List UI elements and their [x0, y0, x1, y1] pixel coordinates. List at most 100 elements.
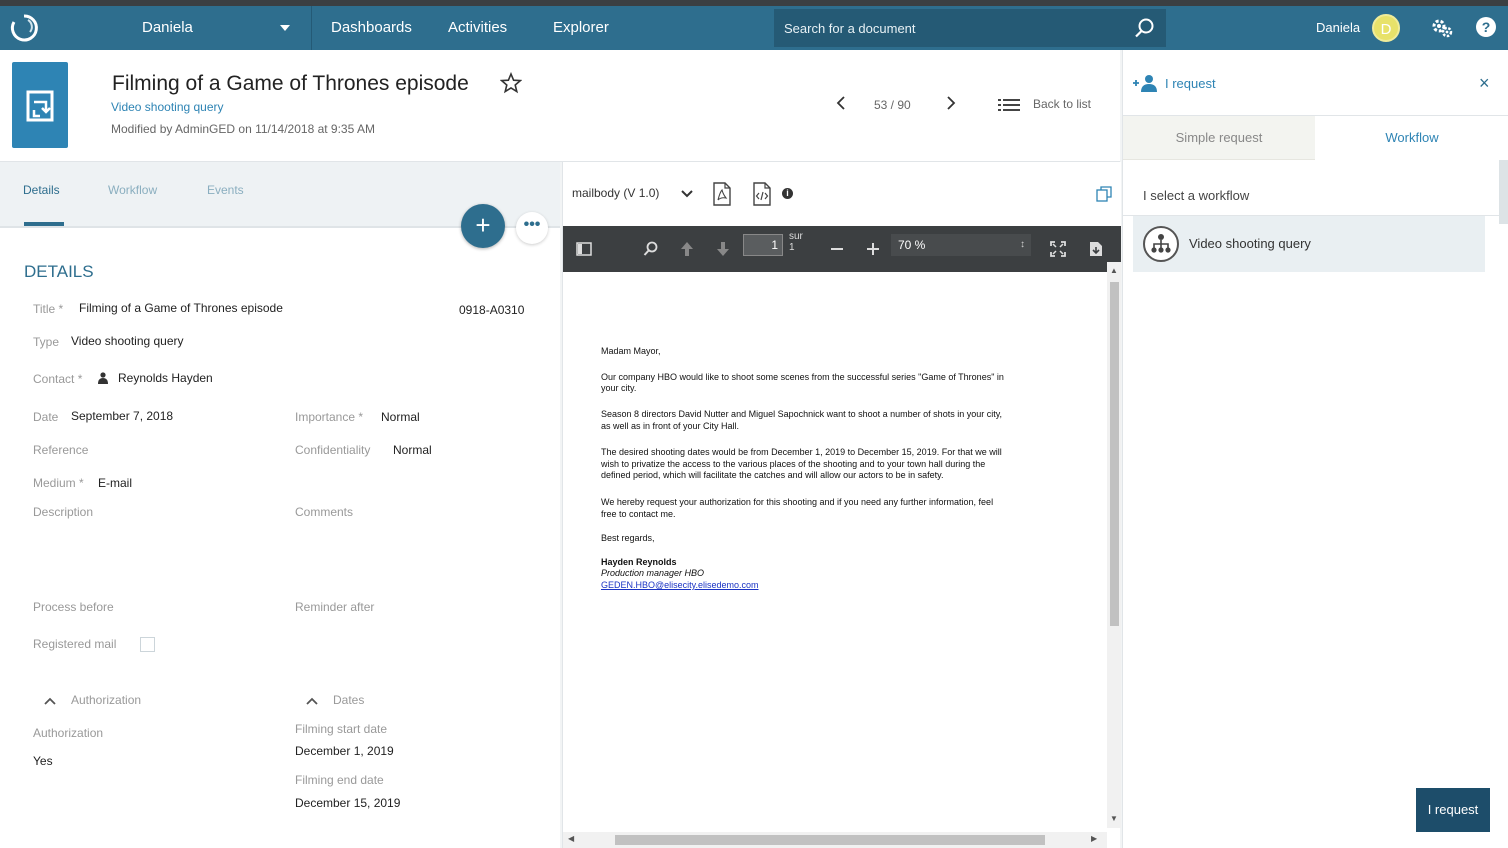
document-type-icon	[12, 62, 68, 148]
letter-closing: Best regards,	[601, 533, 655, 543]
filming-start-label: Filming start date	[295, 722, 388, 736]
download-icon[interactable]	[1088, 241, 1104, 257]
search-placeholder: Search for a document	[784, 21, 916, 36]
importance-value[interactable]: Normal	[381, 410, 420, 424]
sidebar-toggle-icon[interactable]	[576, 241, 592, 257]
tab-workflow-request[interactable]: Workflow	[1315, 116, 1508, 160]
letter-line: We hereby request your authorization for…	[601, 497, 994, 507]
type-value[interactable]: Video shooting query	[71, 334, 184, 348]
filming-end-value[interactable]: December 15, 2019	[295, 796, 400, 810]
chevron-down-icon	[280, 25, 290, 31]
title-value[interactable]: Filming of a Game of Thrones episode	[79, 301, 283, 315]
scroll-down-icon[interactable]: ▼	[1110, 814, 1118, 823]
fullscreen-icon[interactable]	[1050, 241, 1066, 257]
workflow-icon	[1143, 226, 1179, 262]
chevron-down-icon[interactable]	[681, 189, 693, 199]
modified-info: Modified by AdminGED on 11/14/2018 at 9:…	[111, 122, 375, 136]
nav-explorer[interactable]: Explorer	[553, 19, 609, 36]
scrollbar-thumb[interactable]	[615, 835, 1045, 845]
registered-mail-checkbox[interactable]	[140, 637, 155, 652]
zoom-in-icon[interactable]	[865, 241, 881, 257]
chevron-up-icon[interactable]	[44, 697, 56, 705]
tab-simple-request[interactable]: Simple request	[1123, 116, 1315, 160]
confidentiality-label: Confidentiality	[295, 443, 371, 457]
medium-value[interactable]: E-mail	[98, 476, 132, 490]
workflow-item-label: Video shooting query	[1189, 236, 1311, 251]
workspace-user-dropdown[interactable]: Daniela	[56, 6, 312, 50]
date-value[interactable]: September 7, 2018	[71, 409, 173, 423]
authorization-group-title[interactable]: Authorization	[71, 693, 141, 707]
tab-events[interactable]: Events	[207, 183, 244, 197]
nav-activities[interactable]: Activities	[448, 19, 507, 36]
letter-line: your city.	[601, 383, 637, 393]
reference-label: Reference	[33, 443, 89, 457]
more-options-button[interactable]: •••	[516, 212, 548, 244]
submit-request-button[interactable]: I request	[1416, 788, 1490, 832]
filming-start-value[interactable]: December 1, 2019	[295, 744, 394, 758]
letter-signer: Hayden Reynolds	[601, 557, 677, 567]
workflow-select-label: I select a workflow	[1143, 188, 1250, 203]
letter-email-link[interactable]: GEDEN.HBO@elisecity.elisedemo.com	[601, 580, 759, 592]
zoom-select[interactable]: 70 % ↕	[891, 234, 1031, 256]
chevron-left-icon[interactable]	[834, 96, 848, 110]
settings-gear-icon[interactable]	[1430, 16, 1454, 40]
authorization-value[interactable]: Yes	[33, 754, 53, 768]
document-type-link[interactable]: Video shooting query	[111, 100, 224, 114]
favorite-star-icon[interactable]	[500, 72, 522, 94]
next-page-icon[interactable]	[715, 241, 731, 257]
viewer-header: mailbody (V 1.0) i	[563, 162, 1121, 226]
file-version-select[interactable]: mailbody (V 1.0)	[572, 186, 659, 200]
search-icon[interactable]	[1134, 17, 1156, 39]
contact-value[interactable]: Reynolds Hayden	[118, 371, 213, 385]
dates-group-title[interactable]: Dates	[333, 693, 364, 707]
confidentiality-value[interactable]: Normal	[393, 443, 432, 457]
select-arrows-icon: ↕	[1020, 239, 1025, 250]
xml-file-icon[interactable]	[751, 182, 773, 206]
close-icon[interactable]: ×	[1479, 73, 1490, 94]
letter-line: Season 8 directors David Nutter and Migu…	[601, 409, 1003, 419]
zoom-out-icon[interactable]	[829, 241, 845, 257]
copy-icon[interactable]	[1096, 186, 1112, 202]
scroll-left-icon[interactable]: ◀	[568, 834, 574, 843]
pdf-file-icon[interactable]	[711, 182, 733, 206]
letter-role: Production manager HBO	[601, 568, 705, 578]
chevron-right-icon[interactable]	[944, 96, 958, 110]
page-title: Filming of a Game of Thrones episode	[112, 72, 469, 95]
vertical-scrollbar[interactable]: ▲ ▼	[1107, 262, 1121, 828]
registered-mail-label: Registered mail	[33, 637, 117, 651]
person-icon	[98, 372, 108, 384]
authorization-label: Authorization	[33, 726, 104, 740]
medium-label: Medium *	[33, 476, 84, 490]
add-button[interactable]: +	[461, 204, 505, 248]
avatar[interactable]: D	[1372, 14, 1400, 42]
scroll-right-icon[interactable]: ▶	[1091, 834, 1097, 843]
document-header: Filming of a Game of Thrones episode Vid…	[0, 50, 1120, 162]
search-icon[interactable]	[643, 241, 659, 257]
workflow-list-item[interactable]: Video shooting query	[1133, 216, 1485, 272]
back-to-list-label: Back to list	[1033, 97, 1092, 111]
top-nav-bar: Daniela Dashboards Activities Explorer S…	[0, 6, 1508, 50]
previous-page-icon[interactable]	[679, 241, 695, 257]
horizontal-scrollbar[interactable]: ◀ ▶	[563, 832, 1107, 848]
info-icon[interactable]: i	[782, 188, 793, 199]
panel-scrollbar[interactable]	[1499, 160, 1508, 224]
filming-end-label: Filming end date	[295, 773, 384, 787]
title-label: Title *	[33, 302, 64, 316]
app-logo-icon[interactable]	[8, 12, 40, 44]
description-label: Description	[33, 505, 94, 519]
tab-details[interactable]: Details	[23, 183, 60, 197]
help-icon[interactable]: ?	[1476, 17, 1496, 37]
tab-workflow[interactable]: Workflow	[108, 183, 157, 197]
page-number-input[interactable]: 1	[743, 234, 783, 256]
current-user-name[interactable]: Daniela	[1316, 20, 1360, 35]
reminder-after-label: Reminder after	[295, 600, 375, 614]
letter-line: Our company HBO would like to shoot some…	[601, 372, 1004, 382]
scrollbar-thumb[interactable]	[1110, 282, 1119, 626]
chevron-up-icon[interactable]	[306, 697, 318, 705]
nav-dashboards[interactable]: Dashboards	[331, 19, 412, 36]
letter-line: free to contact me.	[601, 509, 676, 519]
scroll-up-icon[interactable]: ▲	[1110, 266, 1118, 275]
page-total-value: 1	[789, 242, 795, 253]
comments-label: Comments	[295, 505, 354, 519]
search-input[interactable]: Search for a document	[774, 9, 1166, 47]
